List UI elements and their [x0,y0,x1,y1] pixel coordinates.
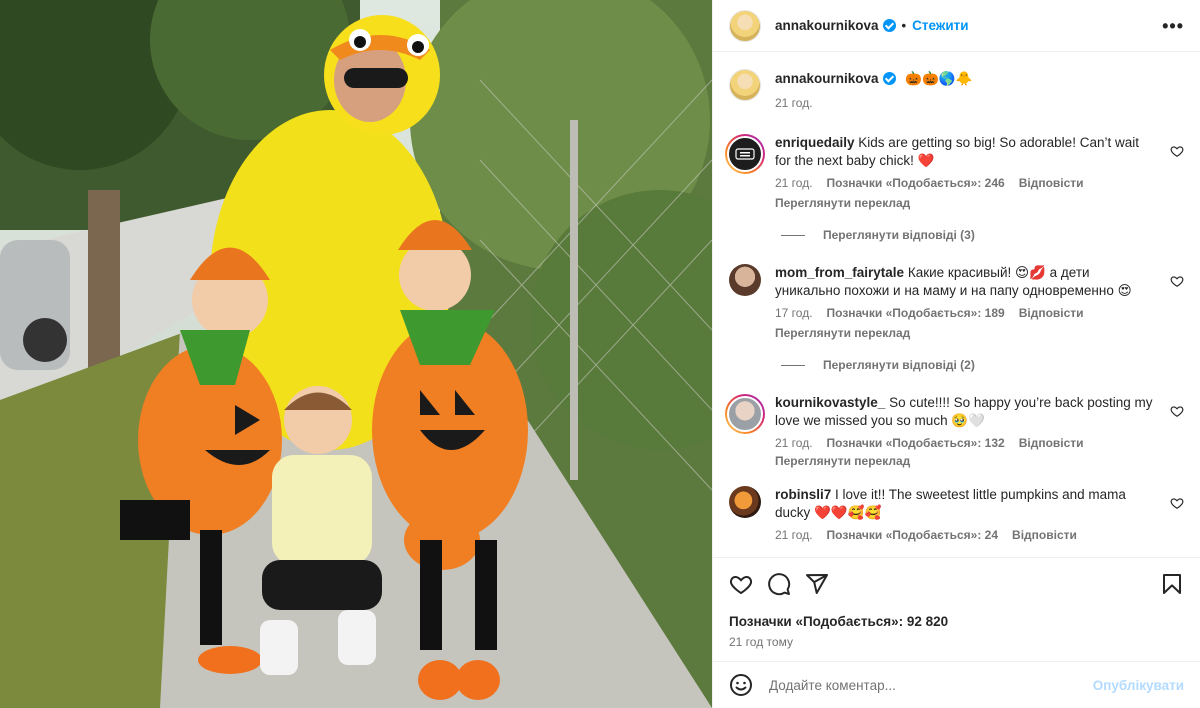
comment-item: enriquedaily Kids are getting so big! So… [725,134,1184,210]
comment-input[interactable] [769,677,1093,693]
reply-button[interactable]: Відповісти [1019,436,1084,450]
verified-icon [882,19,896,32]
share-icon[interactable] [805,572,829,596]
comment-time[interactable]: 17 год. [775,306,813,320]
comment-likes[interactable]: Позначки «Подобається»: 132 [827,436,1005,450]
view-replies[interactable]: Переглянути відповіді (3) [781,228,1184,242]
comment-time[interactable]: 21 год. [775,436,813,450]
comment-item: robinsli7 I love it!! The sweetest littl… [729,486,1184,542]
reply-button[interactable]: Відповісти [1019,176,1084,190]
translate-link[interactable]: Переглянути переклад [775,454,1158,468]
comment-likes[interactable]: Позначки «Подобається»: 24 [827,528,998,542]
post-photo[interactable] [0,0,712,708]
view-replies-label[interactable]: Переглянути відповіді (2) [823,358,975,372]
comment-avatar[interactable] [725,134,765,174]
post-header: annakournikova • Стежити ••• [713,0,1200,52]
comment-username[interactable]: mom_from_fairytale [775,265,904,280]
reply-button[interactable]: Відповісти [1012,528,1077,542]
follow-button[interactable]: Стежити [912,18,968,33]
caption-time[interactable]: 21 год. [775,96,813,110]
publish-button[interactable]: Опублікувати [1093,678,1184,693]
comment-username[interactable]: enriquedaily [775,135,855,150]
comment-heart-icon[interactable] [1170,274,1184,288]
separator-dot: • [901,18,907,33]
comment-avatar[interactable] [729,486,761,518]
view-replies[interactable]: Переглянути відповіді (2) [781,358,1184,372]
post-time[interactable]: 21 год тому [729,635,1184,649]
emoji-icon[interactable] [729,673,753,697]
caption-username[interactable]: annakournikova [775,71,879,86]
comment-time[interactable]: 21 год. [775,176,813,190]
comment-avatar[interactable] [725,394,765,434]
post-details-panel: annakournikova • Стежити ••• annakournik… [712,0,1200,708]
heart-icon[interactable] [729,572,753,596]
family-halloween-photo [0,0,712,708]
translate-link[interactable]: Переглянути переклад [775,326,1158,340]
comment-likes[interactable]: Позначки «Подобається»: 189 [827,306,1005,320]
comment-heart-icon[interactable] [1170,144,1184,158]
comment-icon[interactable] [767,572,791,596]
comment-username[interactable]: robinsli7 [775,487,831,502]
author-avatar[interactable] [729,9,761,42]
enrique-logo-icon [735,148,755,160]
reply-button[interactable]: Відповісти [1019,306,1084,320]
caption-avatar[interactable] [729,69,761,101]
bookmark-icon[interactable] [1160,572,1184,596]
comment-avatar[interactable] [729,264,761,296]
comment-item: mom_from_fairytale Какие красивый! 😍💋 а … [729,264,1184,340]
replies-line [781,364,805,366]
verified-icon [882,72,896,85]
caption-text: 🎃🎃🌎🐥 [905,71,973,86]
likes-count[interactable]: Позначки «Подобається»: 92 820 [729,614,1184,629]
comment-composer: Опублікувати [713,661,1200,708]
comments-list[interactable]: annakournikova 🎃🎃🌎🐥 21 год. enriquedaily… [713,53,1200,557]
author-username[interactable]: annakournikova [775,18,879,33]
comment-heart-icon[interactable] [1170,496,1184,510]
view-replies-label[interactable]: Переглянути відповіді (3) [823,228,975,242]
post-caption: annakournikova 🎃🎃🌎🐥 21 год. [729,69,1184,110]
comment-likes[interactable]: Позначки «Подобається»: 246 [827,176,1005,190]
comment-item: kournikovastyle_ So cute!!!! So happy yo… [725,394,1184,468]
comment-username[interactable]: kournikovastyle_ [775,395,885,410]
post-actions: Позначки «Подобається»: 92 820 21 год то… [713,557,1200,661]
translate-link[interactable]: Переглянути переклад [775,196,1158,210]
replies-line [781,234,805,236]
more-icon[interactable]: ••• [1162,17,1184,35]
comment-heart-icon[interactable] [1170,404,1184,418]
comment-time[interactable]: 21 год. [775,528,813,542]
